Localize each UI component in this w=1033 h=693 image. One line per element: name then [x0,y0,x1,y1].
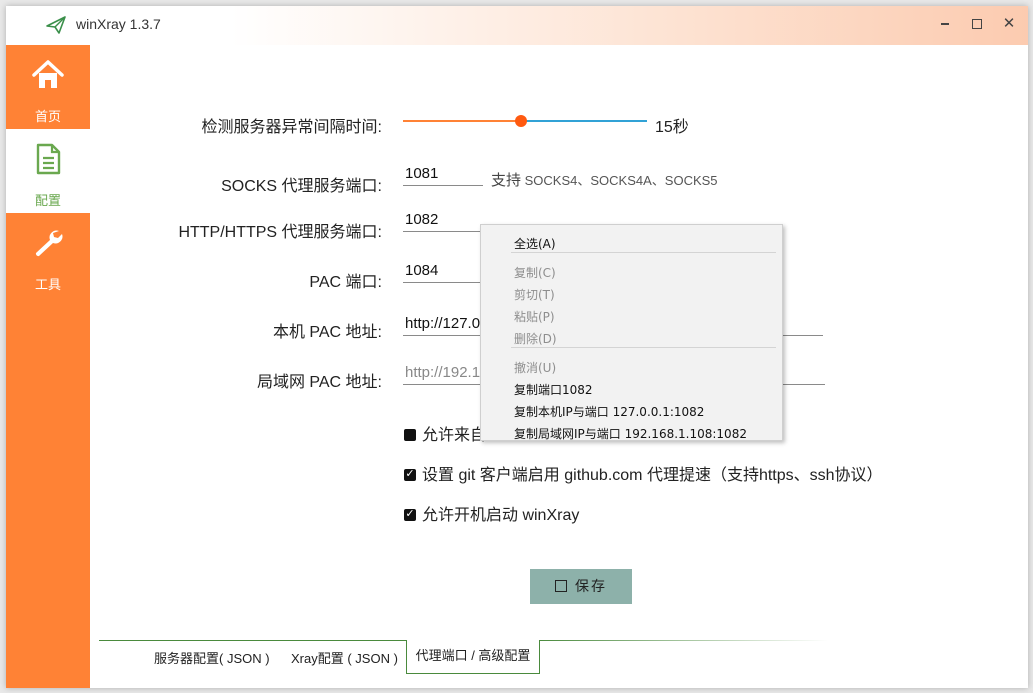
tab-xray-config[interactable]: Xray配置 ( JSON ) [291,648,398,667]
tab-bar-divider [99,640,407,641]
menu-item-copy-port[interactable]: 复制端口1082 [514,381,593,398]
sidebar-item-tools[interactable]: 工具 [6,213,90,297]
menu-item-copy[interactable]: 复制(C) [514,264,556,281]
sidebar-item-config[interactable]: 配置 [6,129,90,213]
allow-lan-label: 允许来自 [422,427,487,444]
document-icon [36,143,61,175]
menu-separator [511,252,776,253]
menu-item-copy-local-ip-port[interactable]: 复制本机IP与端口 127.0.0.1:1082 [514,403,704,420]
interval-label: 检测服务器异常间隔时间: [201,119,382,136]
sidebar: 首页 配置 工具 [6,45,90,688]
save-button[interactable]: 保存 [530,569,632,604]
allow-lan-checkbox[interactable]: 允许来自 [404,421,486,445]
socks-note-text: SOCKS4、SOCKS4A、SOCKS5 [524,173,718,188]
checkbox-unchecked[interactable] [404,429,416,441]
minimize-button[interactable] [932,12,958,34]
title-bar[interactable]: winXray 1.3.7 ✕ [6,6,1028,45]
sidebar-item-label: 配置 [34,193,61,208]
git-proxy-label: 设置 git 客户端启用 github.com 代理提速（支持https、ssh… [422,467,883,484]
http-port-label: HTTP/HTTPS 代理服务端口: [178,224,382,241]
wrench-icon [35,230,63,257]
slider-thumb[interactable] [515,115,527,127]
floppy-disk-icon [555,580,567,592]
slider-track-filled[interactable] [403,120,521,122]
socks-support-note: 支持 SOCKS4、SOCKS4A、SOCKS5 [491,169,718,190]
socks-port-input[interactable]: 1081 [403,164,483,186]
socks-note-prefix: 支持 [491,172,522,189]
sidebar-item-label: 工具 [34,277,61,292]
slider-track[interactable] [521,120,647,122]
lan-pac-label: 局域网 PAC 地址: [256,374,382,391]
sidebar-item-label: 首页 [34,109,61,124]
autostart-checkbox[interactable]: ✓ 允许开机启动 winXray [404,501,579,525]
close-icon: ✕ [1002,15,1016,32]
menu-item-paste[interactable]: 粘贴(P) [514,308,555,325]
menu-item-delete[interactable]: 删除(D) [514,330,557,347]
sidebar-item-home[interactable]: 首页 [6,45,90,129]
menu-item-copy-lan-ip-port[interactable]: 复制局域网IP与端口 192.168.1.108:1082 [514,425,747,442]
tab-server-config[interactable]: 服务器配置( JSON ) [154,648,270,667]
checkbox-checked[interactable]: ✓ [404,508,416,521]
local-pac-label: 本机 PAC 地址: [272,324,382,341]
maximize-icon [972,19,982,30]
window-title: winXray 1.3.7 [76,16,161,32]
autostart-label: 允许开机启动 winXray [422,507,580,524]
interval-value: 15秒 [655,119,689,136]
maximize-button[interactable] [964,12,990,34]
socks-port-label: SOCKS 代理服务端口: [221,178,382,195]
tab-bar-divider [538,640,828,641]
app-window: winXray 1.3.7 ✕ 首页 配置 工具 检测服务器异常间隔时间: 15… [6,6,1028,688]
tab-proxy-port[interactable]: 代理端口 / 高级配置 [406,640,540,674]
paper-plane-icon [46,16,66,34]
check-icon: ✓ [405,508,415,520]
menu-item-select-all[interactable]: 全选(A) [514,235,556,252]
menu-item-cut[interactable]: 剪切(T) [514,286,555,303]
close-button[interactable]: ✕ [996,12,1022,34]
menu-separator [511,347,776,348]
git-proxy-checkbox[interactable]: ✓ 设置 git 客户端启用 github.com 代理提速（支持https、ss… [404,461,883,485]
http-port-input[interactable]: 1082 [403,210,483,232]
minimize-icon [941,23,949,26]
pac-port-label: PAC 端口: [309,274,382,291]
checkbox-checked[interactable]: ✓ [404,468,416,481]
check-icon: ✓ [405,468,415,480]
pac-port-input[interactable]: 1084 [403,261,483,283]
save-button-label: 保存 [575,578,607,594]
home-icon [32,60,64,88]
context-menu: 全选(A) 复制(C) 剪切(T) 粘贴(P) 删除(D) 撤消(U) 复制端口… [480,224,783,441]
menu-item-undo[interactable]: 撤消(U) [514,359,556,376]
